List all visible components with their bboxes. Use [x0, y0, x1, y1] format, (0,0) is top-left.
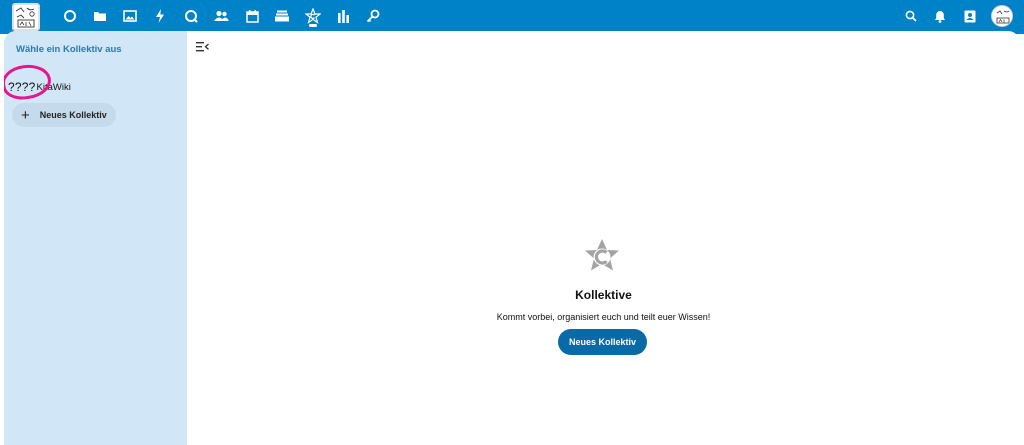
contacts-menu-icon[interactable]	[960, 6, 980, 26]
empty-state-description: Kommt vorbei, organisiert euch und teilt…	[496, 312, 711, 322]
sidebar-title: Wähle ein Kollektiv aus	[16, 44, 122, 55]
collectives-star-icon[interactable]	[303, 6, 323, 26]
dashboard-circle-icon[interactable]	[60, 6, 80, 26]
new-collective-label: Neues Kollektiv	[39, 110, 107, 120]
empty-state: Kollektive Kommt vorbei, organisiert euc…	[187, 31, 1020, 445]
user-avatar[interactable]	[991, 5, 1013, 27]
new-collective-button[interactable]: Neues Kollektiv	[558, 329, 647, 355]
collective-emoji: ????	[8, 80, 36, 94]
calendar-icon[interactable]	[242, 6, 262, 26]
contacts-people-icon[interactable]	[211, 6, 231, 26]
notifications-bell-icon[interactable]	[930, 6, 950, 26]
activity-bolt-icon[interactable]	[150, 6, 170, 26]
kita-logo-icon[interactable]	[12, 3, 40, 31]
top-header	[0, 0, 1024, 34]
photos-image-icon[interactable]	[120, 6, 140, 26]
search-icon[interactable]	[901, 6, 921, 26]
app-content-frame: Wähle ein Kollektiv aus ???? KitaWiki + …	[4, 31, 1020, 445]
active-app-indicator	[309, 24, 317, 27]
plus-icon: +	[21, 106, 30, 124]
talk-chat-icon[interactable]	[181, 6, 201, 26]
files-folder-icon[interactable]	[90, 6, 110, 26]
collective-name: KitaWiki	[36, 81, 71, 93]
collective-item-kitawiki[interactable]: ???? KitaWiki	[8, 76, 183, 98]
passwords-key-icon[interactable]	[363, 6, 383, 26]
analytics-bars-icon[interactable]	[333, 6, 353, 26]
deck-archive-icon[interactable]	[272, 6, 292, 26]
collectives-logo-icon	[582, 236, 622, 276]
collectives-sidebar: Wähle ein Kollektiv aus ???? KitaWiki + …	[4, 31, 187, 445]
empty-state-title: Kollektive	[575, 288, 632, 302]
new-collective-sidebar-button[interactable]: + Neues Kollektiv	[12, 103, 116, 127]
